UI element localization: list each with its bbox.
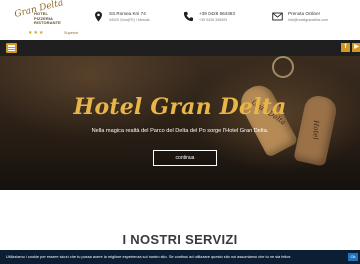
cookie-text: Utilizziamo i cookie per essere sicuri c… [6, 254, 292, 259]
hero-section: Gran Delta Hotel Hotel Gran Delta Nella … [0, 56, 360, 190]
phone-icon [183, 11, 194, 22]
hamburger-icon[interactable] [6, 43, 17, 53]
facebook-icon[interactable]: f [341, 43, 350, 52]
logo-stars: ★★★ [28, 30, 45, 36]
address-line-2: 44020 Goro(FE) / Mesola [109, 17, 150, 22]
logo-tier: Superior [64, 30, 79, 35]
youtube-icon[interactable]: ▶ [352, 43, 360, 52]
address-line-1: SS.Romea Km 74 [109, 11, 146, 16]
location-pin-icon [95, 11, 102, 22]
hero-subtitle: Nella magica realtà del Parco del Delta … [91, 128, 269, 134]
top-header: Gran Delta HOTEL PIZZERIA RISTORANTE ★★★… [0, 0, 360, 40]
services-heading: I NOSTRI SERVIZI [122, 232, 238, 247]
logo-lines: HOTEL PIZZERIA RISTORANTE [34, 11, 61, 26]
phone-line-1[interactable]: +39 0426 664363 [199, 11, 235, 16]
envelope-icon [272, 12, 283, 21]
logo-line-ristorante: RISTORANTE [34, 20, 61, 26]
hero-title: Hotel Gran Delta [73, 94, 287, 120]
key-ring-decoration [272, 56, 294, 78]
email-line-1[interactable]: Prenota Online! [288, 11, 320, 16]
hotel-logo[interactable]: Gran Delta HOTEL PIZZERIA RISTORANTE ★★★… [6, 0, 82, 36]
cookie-ok-button[interactable]: Ok [348, 253, 358, 261]
email-line-2[interactable]: info@hotelgrandelta.com [288, 18, 328, 22]
cookie-bar: Utilizziamo i cookie per essere sicuri c… [0, 250, 360, 264]
continue-button[interactable]: continua [153, 150, 217, 166]
phone-line-2[interactable]: +39 0426 345009 [199, 18, 227, 22]
nav-bar: f ▶ [0, 40, 360, 56]
